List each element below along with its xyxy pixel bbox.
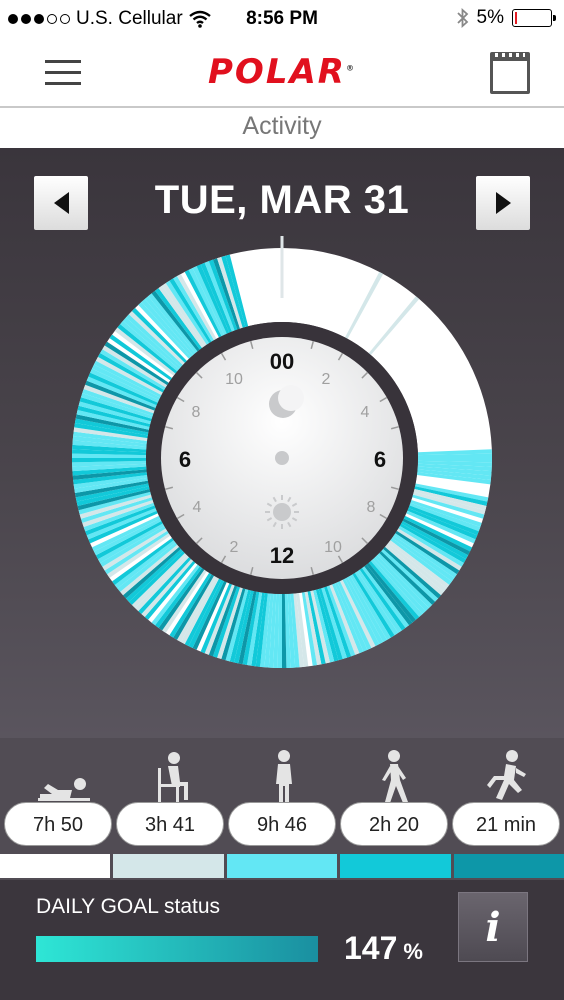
- dial-tick-left-3: 4: [193, 499, 202, 516]
- polar-logo: POLAR®: [208, 52, 356, 92]
- sitting-duration: 3h 41: [116, 802, 224, 846]
- standing-duration: 9h 46: [228, 802, 336, 846]
- daily-goal-progress-bar: [36, 936, 318, 962]
- lying-duration: 7h 50: [4, 802, 112, 846]
- dial-label-bottom: 12: [270, 543, 294, 568]
- calendar-icon[interactable]: [490, 52, 530, 94]
- next-day-button[interactable]: [476, 176, 530, 230]
- dial-tick-left-2: 8: [192, 404, 201, 421]
- walking-duration: 2h 20: [340, 802, 448, 846]
- lying-down-icon: [38, 778, 90, 801]
- info-icon: i: [485, 903, 501, 951]
- info-button[interactable]: i: [458, 892, 528, 962]
- app-header: POLAR®: [0, 38, 564, 108]
- daily-goal-progress-fill: [36, 936, 318, 962]
- dial-tick-right-1: 2: [322, 371, 331, 388]
- dial-tick-right-2: 4: [361, 404, 370, 421]
- chevron-right-icon: [495, 192, 511, 214]
- standing-icon: [276, 750, 292, 804]
- dial-tick-right-3: 8: [367, 499, 376, 516]
- running-duration: 21 min: [452, 802, 560, 846]
- dial-label-left: 6: [179, 447, 191, 472]
- bluetooth-icon: [456, 8, 468, 28]
- battery-percent: 5%: [476, 7, 504, 28]
- daily-goal-panel: DAILY GOAL status 147% i: [0, 880, 564, 1000]
- dial-label-right: 6: [374, 447, 386, 472]
- dial-center: [275, 451, 289, 465]
- activity-dial-panel: 00 6 12 6 2 4 8 10 10 8 4 2 TUE, MAR 31: [0, 148, 564, 738]
- legend-bar-running: [453, 854, 564, 878]
- dial-label-top: 00: [270, 349, 294, 374]
- battery-icon: [512, 9, 556, 27]
- running-icon: [487, 750, 526, 800]
- walking-icon: [382, 750, 408, 803]
- legend-bar-standing: [226, 854, 338, 878]
- activity-dial: 00 6 12 6 2 4 8 10 10 8 4 2: [72, 236, 492, 668]
- status-bar: U.S. Cellular 8:56 PM 5%: [0, 0, 564, 38]
- dial-tick-left-4: 2: [230, 539, 239, 556]
- daily-goal-label: DAILY GOAL status: [36, 895, 221, 918]
- page-title: Activity: [0, 108, 564, 148]
- daily-goal-percentage: 147%: [344, 930, 423, 967]
- dial-tick-right-4: 10: [324, 539, 342, 556]
- daily-goal-value: 147: [344, 930, 398, 966]
- activity-color-legend: [0, 854, 564, 878]
- sitting-icon: [158, 752, 188, 802]
- activity-levels: 7h 50 3h 41 9h 46 2h 20 21 min: [0, 738, 564, 880]
- dial-tick-left-1: 10: [225, 371, 243, 388]
- legend-bar-lying: [0, 854, 111, 878]
- legend-bar-sitting: [113, 854, 224, 878]
- daily-goal-unit: %: [403, 939, 423, 964]
- legend-bar-walking: [340, 854, 451, 878]
